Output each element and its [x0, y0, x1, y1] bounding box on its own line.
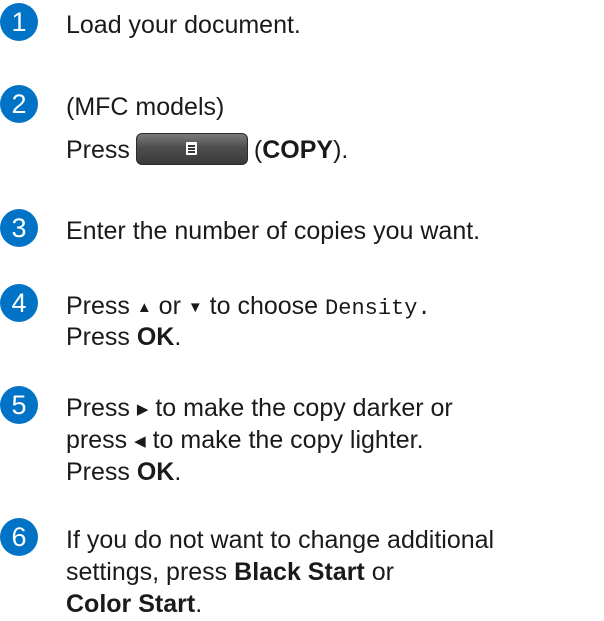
copy-button [135, 133, 248, 166]
menu-item-density: Density [325, 296, 418, 321]
step-4-line-2: Press OK. [66, 323, 182, 351]
up-arrow-icon: ▲ [136, 299, 152, 316]
step-number-4: 4 [0, 284, 38, 322]
down-arrow-icon: ▼ [187, 299, 203, 316]
step-5-line-2: press ◀ to make the copy lighter. [66, 426, 424, 454]
step-number-6: 6 [0, 518, 38, 556]
step-number-1: 1 [0, 3, 38, 41]
color-start-key: Color Start [66, 590, 196, 618]
step-number-5: 5 [0, 386, 38, 424]
ok-key: OK [136, 458, 175, 486]
copy-label: COPY [262, 136, 334, 164]
step-2-line-2: Press (COPY). [66, 133, 348, 166]
step-number-3: 3 [0, 209, 38, 247]
step-1-text: Load your document. [66, 11, 301, 39]
press-text: Press [66, 136, 130, 164]
step-3-text: Enter the number of copies you want. [66, 217, 481, 245]
left-arrow-icon: ◀ [134, 433, 146, 450]
right-arrow-icon: ▶ [136, 401, 149, 418]
step-5-line-1: Press ▶ to make the copy darker or [66, 394, 453, 422]
step-6-line-3: Color Start. [66, 590, 203, 618]
step-4-line-1: Press ▲ or ▼ to choose Density. [66, 292, 431, 321]
ok-key: OK [136, 323, 175, 351]
step-6-line-1: If you do not want to change additional [66, 526, 495, 554]
step-5-line-3: Press OK. [66, 458, 182, 486]
step-number-2: 2 [0, 85, 38, 123]
step-2-line-1: (MFC models) [66, 93, 225, 121]
step-6-line-2: settings, press Black Start or [66, 558, 394, 586]
instruction-page: 1 Load your document. 2 (MFC models) Pre… [0, 0, 604, 621]
copy-icon [185, 142, 197, 156]
black-start-key: Black Start [234, 558, 365, 586]
